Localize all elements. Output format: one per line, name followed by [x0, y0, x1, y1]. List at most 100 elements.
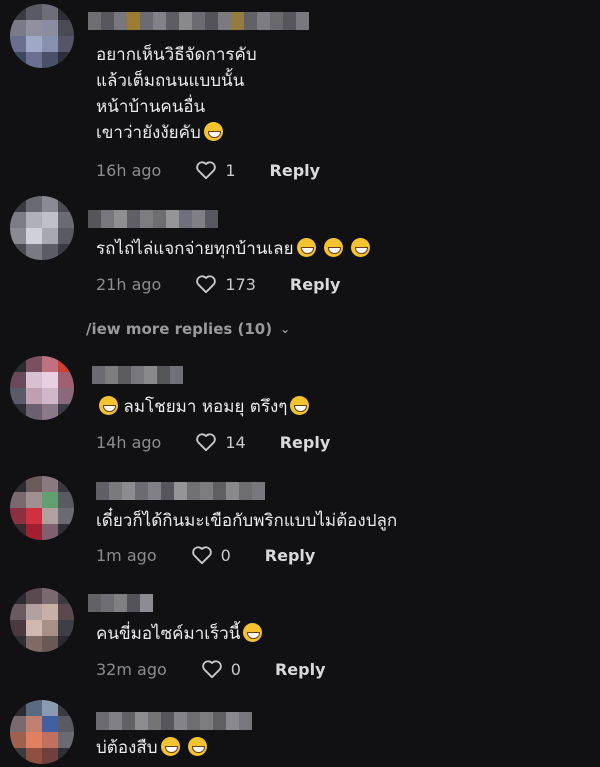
avatar-pixel [26, 748, 42, 764]
laugh-icon [243, 623, 263, 642]
comment-text: ลมโชยมา หอมยุ ตรึงๆ [96, 394, 310, 420]
avatar-pixel [42, 196, 58, 212]
avatar-pixel [10, 524, 26, 540]
avatar-pixel [26, 20, 42, 36]
username-pixel [170, 366, 183, 384]
avatar[interactable] [10, 4, 74, 68]
username-pixel [127, 12, 140, 30]
avatar-pixel [10, 388, 26, 404]
reply-button[interactable]: Reply [280, 433, 331, 452]
avatar-pixel [26, 604, 42, 620]
avatar-pixel [58, 388, 74, 404]
reply-button[interactable]: Reply [270, 161, 321, 180]
username-pixel [88, 12, 101, 30]
avatar-pixel [26, 244, 42, 260]
username-pixel [101, 12, 114, 30]
username-pixel [153, 12, 166, 30]
avatar-pixel [26, 620, 42, 636]
avatar-pixel [26, 404, 42, 420]
username-pixel [131, 366, 144, 384]
avatar[interactable] [10, 700, 74, 764]
username-pixel [114, 594, 127, 612]
reply-button[interactable]: Reply [275, 660, 326, 679]
avatar-pixel [26, 52, 42, 68]
reply-button[interactable]: Reply [265, 546, 316, 565]
avatar-pixel [42, 228, 58, 244]
comment-text: คนขี่มอไซค์มาเร็วนี้ [96, 621, 263, 647]
avatar-pixel [58, 476, 74, 492]
heart-icon [196, 433, 217, 452]
username-blurred[interactable] [92, 366, 183, 384]
username-pixel [239, 712, 252, 730]
username-pixel [144, 366, 157, 384]
username-blurred[interactable] [88, 12, 309, 30]
avatar-pixel [58, 372, 74, 388]
avatar-pixel [42, 244, 58, 260]
username-pixel [105, 366, 118, 384]
avatar-pixel [26, 4, 42, 20]
avatar[interactable] [10, 356, 74, 420]
like-count: 1 [225, 160, 236, 180]
avatar-pixel [10, 196, 26, 212]
reply-button[interactable]: Reply [290, 275, 341, 294]
avatar-pixel [26, 476, 42, 492]
avatar-pixel [42, 732, 58, 748]
avatar-pixel [26, 372, 42, 388]
avatar-pixel [10, 492, 26, 508]
avatar-pixel [26, 212, 42, 228]
username-blurred[interactable] [88, 594, 153, 612]
username-pixel [88, 594, 101, 612]
username-pixel [296, 12, 309, 30]
avatar-pixel [58, 20, 74, 36]
avatar[interactable] [10, 588, 74, 652]
username-pixel [127, 594, 140, 612]
username-pixel [96, 482, 109, 500]
username-pixel [161, 482, 174, 500]
avatar[interactable] [10, 476, 74, 540]
like-button[interactable]: 14 [195, 432, 246, 452]
like-button[interactable]: 1 [195, 160, 236, 180]
username-pixel [122, 712, 135, 730]
avatar-pixel [58, 700, 74, 716]
username-pixel [135, 712, 148, 730]
username-blurred[interactable] [96, 482, 265, 500]
avatar-pixel [26, 356, 42, 372]
avatar-pixel [26, 636, 42, 652]
avatar-pixel [58, 716, 74, 732]
username-blurred[interactable] [96, 712, 252, 730]
username-pixel [226, 712, 239, 730]
avatar-pixel [58, 492, 74, 508]
grin-icon [203, 122, 223, 141]
avatar-pixel [58, 732, 74, 748]
heart-icon [202, 660, 222, 679]
avatar-pixel [10, 620, 26, 636]
avatar-pixel [42, 388, 58, 404]
avatar-pixel [10, 476, 26, 492]
avatar-pixel [42, 524, 58, 540]
username-pixel [270, 12, 283, 30]
avatar-pixel [10, 244, 26, 260]
username-blurred[interactable] [88, 210, 218, 228]
username-pixel [122, 482, 135, 500]
laugh-icon [160, 737, 180, 756]
username-pixel [205, 210, 218, 228]
avatar-pixel [10, 228, 26, 244]
avatar-pixel [42, 356, 58, 372]
avatar-pixel [58, 524, 74, 540]
avatar-pixel [10, 700, 26, 716]
like-button[interactable]: 173 [195, 274, 256, 294]
avatar-pixel [10, 52, 26, 68]
avatar-pixel [58, 620, 74, 636]
username-pixel [148, 482, 161, 500]
comment-time: 14h ago [96, 432, 162, 452]
username-pixel [157, 366, 170, 384]
comment-time: 32m ago [96, 659, 167, 679]
avatar[interactable] [10, 196, 74, 260]
like-button[interactable]: 0 [201, 659, 241, 679]
like-button[interactable]: 0 [191, 545, 231, 565]
username-pixel [140, 12, 153, 30]
username-pixel [101, 210, 114, 228]
view-more-replies-button[interactable]: /iew more replies (10) ⌄ [86, 320, 290, 338]
username-pixel [166, 210, 179, 228]
username-pixel [109, 712, 122, 730]
